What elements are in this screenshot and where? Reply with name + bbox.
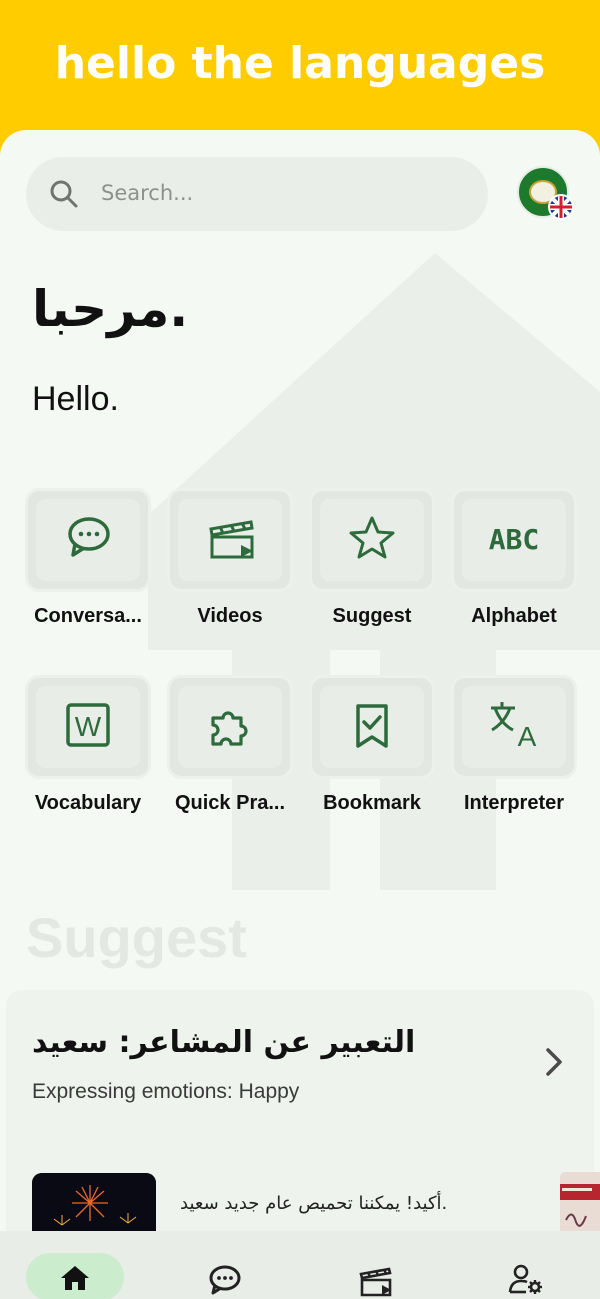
search-input[interactable]: Search...: [101, 181, 193, 205]
svg-text:W: W: [75, 711, 102, 742]
puzzle-icon: [211, 711, 248, 746]
feature-label: Bookmark: [323, 792, 421, 814]
card-subtitle-english: Expressing emotions: Happy: [32, 1080, 300, 1103]
clapperboard-icon: [209, 520, 254, 559]
feature-conversation-button[interactable]: [25, 488, 151, 592]
home-icon[interactable]: [60, 1265, 90, 1291]
uk-flag-icon: [548, 194, 574, 220]
user-settings-icon[interactable]: [508, 1263, 544, 1295]
word-doc-icon: W: [66, 703, 110, 747]
search-icon: [50, 180, 78, 208]
feature-label: Conversa...: [34, 605, 142, 627]
feature-interpreter-button[interactable]: A: [451, 675, 577, 779]
svg-text:A: A: [518, 721, 537, 748]
search-bar[interactable]: Search...: [26, 157, 488, 231]
main-sheet: Search... مرحبا. Hello. Conversa... Vide…: [0, 130, 600, 1299]
feature-label: Interpreter: [463, 792, 565, 814]
feature-label: Quick Pra...: [174, 792, 286, 814]
chat-icon[interactable]: [208, 1265, 242, 1295]
star-icon: [349, 516, 395, 559]
card-title-arabic: التعبير عن المشاعر: سعيد: [32, 1025, 416, 1060]
suggestion-item-text[interactable]: أكيد! يمكننا تحميص عام جديد سعيد.: [180, 1193, 447, 1214]
svg-text:ABC: ABC: [489, 523, 540, 556]
greeting-arabic: مرحبا.: [32, 280, 189, 338]
translate-icon: A: [491, 702, 537, 748]
feature-label: Vocabulary: [34, 792, 142, 814]
feature-videos-button[interactable]: [167, 488, 293, 592]
feature-suggest-button[interactable]: [309, 488, 435, 592]
chevron-right-icon[interactable]: [542, 1045, 566, 1079]
clapperboard-icon[interactable]: [358, 1263, 394, 1297]
feature-label: Alphabet: [471, 605, 557, 627]
feature-bookmark-button[interactable]: [309, 675, 435, 779]
feature-alphabet-button[interactable]: ABC: [451, 488, 577, 592]
feature-quick-practice-button[interactable]: [167, 675, 293, 779]
feature-vocabulary-button[interactable]: W: [25, 675, 151, 779]
feature-label: Videos: [197, 605, 263, 627]
suggest-heading: Suggest: [26, 906, 247, 969]
bookmark-check-icon: [356, 704, 388, 748]
app-title: hello the languages: [54, 38, 546, 89]
abc-icon: ABC: [489, 523, 540, 556]
greeting-english: Hello.: [32, 380, 119, 418]
feature-label: Suggest: [332, 605, 412, 627]
chat-bubble-icon: [68, 517, 110, 557]
bottom-navigation: [0, 1231, 600, 1299]
